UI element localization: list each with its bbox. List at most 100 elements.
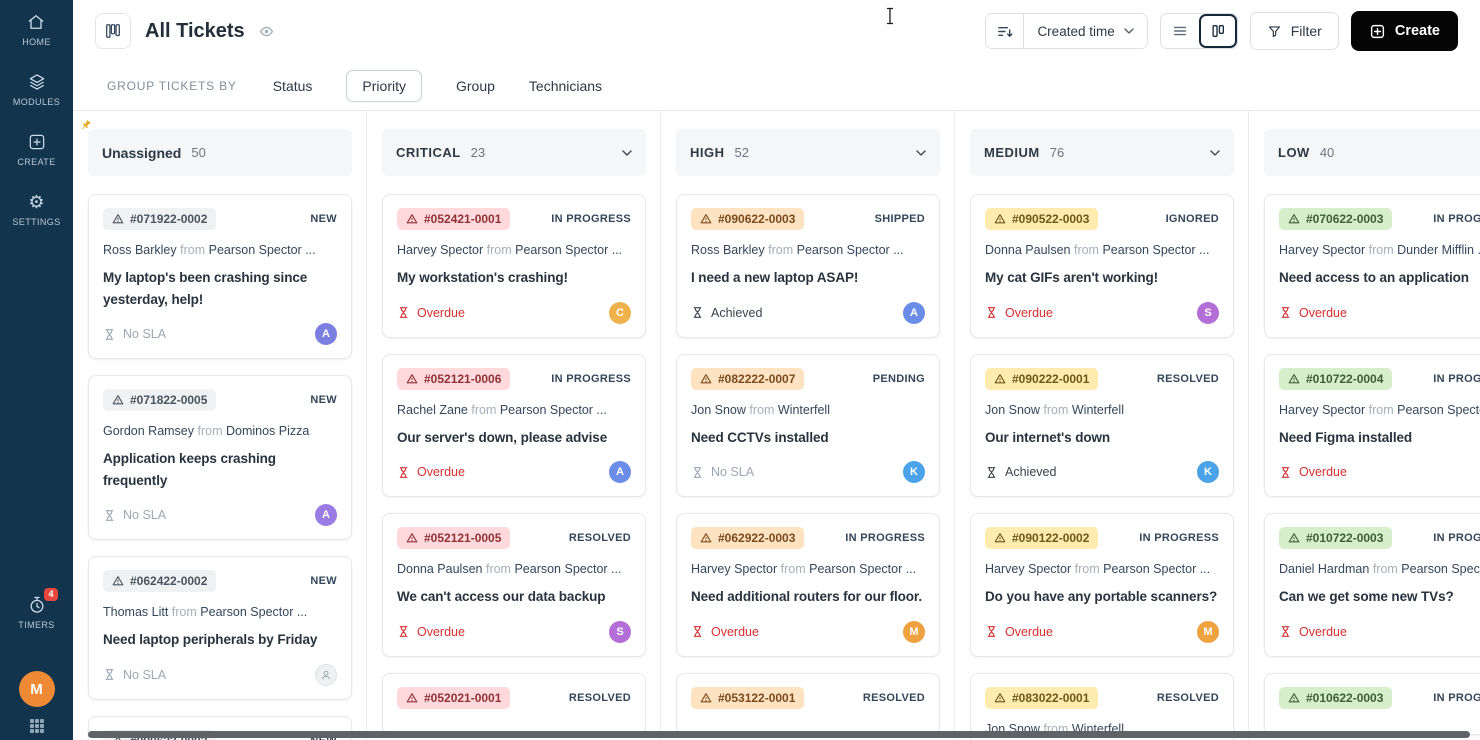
warning-icon — [700, 373, 712, 385]
visibility-eye-icon[interactable] — [259, 24, 274, 39]
requester-company: Pearson Spector ... — [515, 243, 623, 257]
board-view-icon-button[interactable] — [95, 13, 131, 49]
ticket-id-badge: #010622-0003 — [1279, 686, 1393, 709]
ticket-card[interactable]: #090122-0002 IN PROGRESS Harvey Spector fr… — [970, 513, 1234, 657]
ticket-id-badge: #090622-0003 — [691, 208, 805, 230]
pin-icon — [79, 119, 92, 137]
sort-order-button[interactable] — [986, 14, 1025, 48]
assignee-avatar[interactable]: A — [315, 504, 337, 527]
ticket-subject: Our server's down, please advise — [397, 429, 608, 445]
requester-line: Jon Snow from Winterfell — [691, 403, 925, 417]
from-label: from — [780, 562, 806, 577]
warning-icon — [700, 213, 712, 225]
requester-company: Pearson Spector ... — [1102, 243, 1210, 257]
tab-technicians[interactable]: Technicians — [529, 78, 602, 94]
apps-grid-icon[interactable] — [28, 717, 46, 740]
warning-icon — [406, 532, 418, 544]
sidebar-item-modules[interactable]: MODULES — [13, 72, 60, 107]
horizontal-scrollbar[interactable] — [88, 731, 1470, 738]
tab-group[interactable]: Group — [456, 78, 495, 94]
ticket-card[interactable]: #052121-0006 IN PROGRESS Rachel Zane from … — [382, 353, 646, 498]
ticket-card[interactable]: #052121-0005 RESOLVED Donna Paulsen from P… — [382, 513, 646, 657]
ticket-card[interactable]: #083022-0001 RESOLVED Jon Snow from Winter… — [970, 672, 1234, 740]
ticket-id-badge: #071822-0005 — [103, 389, 217, 412]
requester-line: Gordon Ramsey from Dominos Pizza — [103, 424, 337, 438]
board-column-unassigned: Unassigned 50 #071922-0002 NEW Ross Barkley … — [73, 111, 367, 740]
chevron-down-icon[interactable] — [622, 149, 632, 156]
list-view-button[interactable] — [1160, 14, 1199, 48]
sidebar-item-settings[interactable]: ⚙ SETTINGS — [12, 192, 60, 227]
assignee-avatar[interactable]: A — [315, 323, 337, 346]
ticket-card[interactable]: #052421-0001 IN PROGRESS Harvey Spector fr… — [382, 194, 646, 338]
sla-label: No SLA — [123, 667, 167, 682]
ticket-card[interactable]: #071822-0005 NEW Gordon Ramsey from Domino… — [88, 375, 352, 541]
assignee-avatar[interactable]: S — [609, 620, 631, 643]
ticket-card[interactable]: #071922-0002 NEW Ross Barkley from Pearson… — [88, 194, 352, 360]
requester-name: Ross Barkley — [691, 243, 765, 257]
assignee-avatar[interactable]: S — [1197, 301, 1219, 324]
ticket-card[interactable]: #062922-0003 IN PROGRESS Harvey Spector fr… — [676, 513, 940, 657]
tab-priority[interactable]: Priority — [346, 70, 422, 102]
column-header-medium[interactable]: MEDIUM 76 — [970, 129, 1234, 176]
user-avatar[interactable]: M — [18, 671, 55, 707]
funnel-icon — [1268, 25, 1280, 37]
ticket-id-badge: #052121-0005 — [397, 527, 511, 550]
ticket-card[interactable]: #052021-0001 RESOLVED — [382, 672, 646, 735]
ticket-card[interactable]: #010622-0003 IN PROGRESS — [1264, 672, 1480, 735]
timers-badge: 4 — [44, 588, 58, 601]
sla-timer-icon — [103, 509, 116, 522]
ticket-card[interactable]: #070622-0003 IN PROGRESS Harvey Spector fr… — [1264, 194, 1480, 338]
create-button[interactable]: Create — [1350, 11, 1458, 51]
sla-status: No SLA — [103, 327, 166, 341]
column-header-low[interactable]: LOW 40 — [1264, 129, 1480, 176]
ticket-card[interactable]: #090622-0003 SHIPPED Ross Barkley from Pea… — [676, 194, 940, 338]
ticket-id: #010722-0004 — [1306, 371, 1384, 386]
modules-icon — [27, 72, 47, 92]
kanban-view-button[interactable] — [1198, 14, 1237, 48]
chevron-down-icon[interactable] — [916, 149, 926, 156]
assignee-avatar[interactable]: A — [609, 461, 631, 484]
ticket-card[interactable]: #053122-0001 RESOLVED — [676, 672, 940, 735]
sla-timer-icon — [397, 625, 410, 638]
assignee-avatar[interactable]: M — [903, 620, 925, 643]
ticket-card[interactable]: #090522-0003 IGNORED Donna Paulsen from Pe… — [970, 194, 1234, 338]
requester-line: Harvey Spector from Dunder Mifflin ... — [1279, 243, 1480, 257]
column-header-critical[interactable]: CRITICAL 23 — [382, 129, 646, 176]
board-column-critical: CRITICAL 23 #052421-0001 IN PROGRESS Harvey … — [367, 111, 661, 740]
filter-button[interactable]: Filter — [1249, 12, 1339, 50]
ticket-card[interactable]: #062422-0002 NEW Thomas Litt from Pearson … — [88, 556, 352, 700]
ticket-id: #010722-0003 — [1306, 531, 1384, 546]
requester-company: Pearson Spector ... — [1397, 402, 1480, 417]
tab-status[interactable]: Status — [273, 78, 313, 94]
chevron-down-icon[interactable] — [1210, 149, 1220, 156]
ticket-id-badge: #062422-0002 — [103, 570, 217, 593]
sidebar-item-home[interactable]: HOME — [22, 12, 51, 47]
assignee-avatar[interactable]: K — [903, 461, 925, 484]
assignee-avatar[interactable]: K — [1197, 461, 1219, 484]
warning-icon — [1288, 213, 1300, 225]
ticket-card[interactable]: #010722-0003 IN PROGRESS Daniel Hardman fr… — [1264, 513, 1480, 657]
column-header-high[interactable]: HIGH 52 — [676, 129, 940, 176]
card-header-row: #082222-0007 PENDING — [691, 367, 925, 390]
ticket-subject: Need laptop peripherals by Friday — [103, 632, 318, 648]
assignee-avatar[interactable]: M — [1197, 620, 1219, 643]
sidebar-item-timers[interactable]: 4 TIMERS — [18, 588, 58, 630]
assignee-avatar[interactable]: C — [609, 301, 631, 324]
warning-icon — [700, 692, 712, 704]
ticket-status: IN PROGRESS — [1433, 372, 1480, 385]
unassigned-person-icon[interactable] — [315, 663, 337, 686]
column-header-unassigned[interactable]: Unassigned 50 — [82, 120, 352, 176]
ticket-id-badge: #090522-0003 — [985, 208, 1099, 230]
ticket-card[interactable]: #010722-0004 IN PROGRESS Harvey Spector fr… — [1264, 353, 1480, 498]
assignee-avatar[interactable]: A — [903, 301, 925, 324]
sidebar-item-create[interactable]: CREATE — [17, 132, 55, 167]
ticket-card[interactable]: #082222-0007 PENDING Jon Snow from Winterf… — [676, 353, 940, 498]
requester-company: Winterfell — [777, 402, 830, 417]
ticket-card[interactable]: #090222-0001 RESOLVED Jon Snow from Winter… — [970, 353, 1234, 498]
requester-name: Harvey Spector — [691, 562, 778, 577]
ticket-id-badge: #090122-0002 — [985, 527, 1099, 550]
sla-label: No SLA — [123, 327, 167, 342]
ticket-subject: Need additional routers for our floor. — [691, 589, 922, 605]
sort-by-dropdown[interactable]: Created time — [1024, 14, 1147, 48]
sort-control-group: Created time — [985, 13, 1148, 49]
